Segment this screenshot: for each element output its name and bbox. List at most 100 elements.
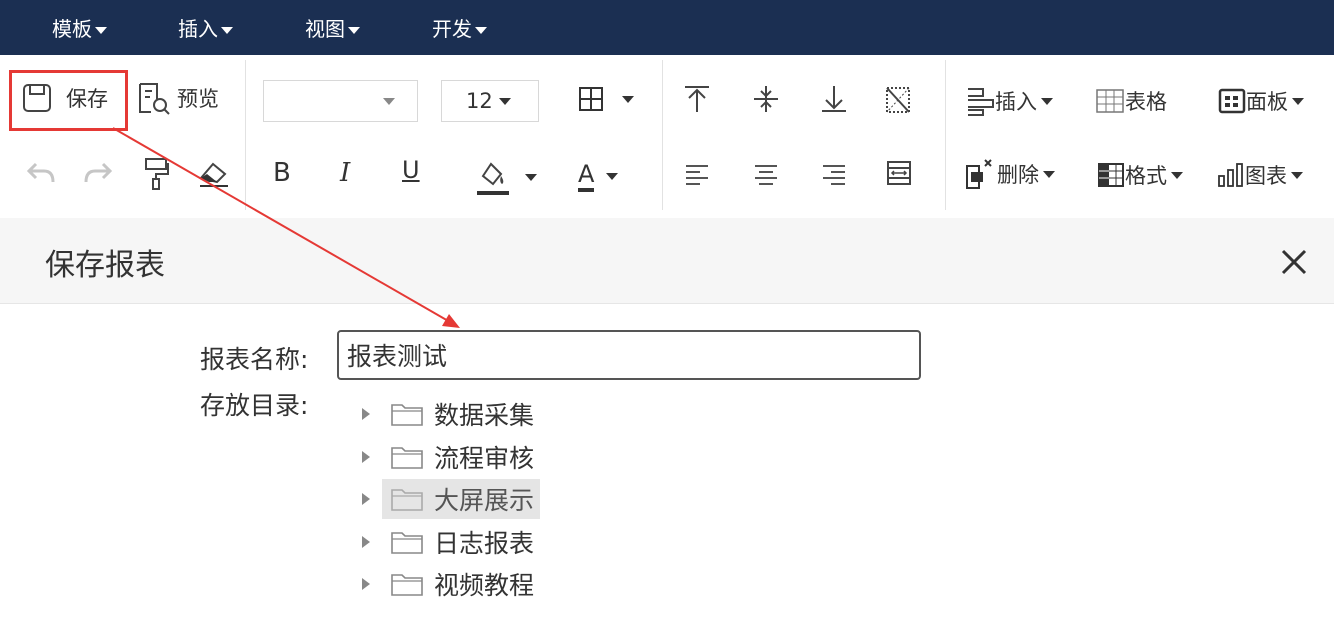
chart-label: 图表	[1245, 164, 1287, 188]
font-size-select[interactable]: 12	[441, 80, 539, 122]
font-color-button[interactable]: A	[578, 160, 619, 192]
expand-arrow-icon[interactable]	[362, 408, 370, 420]
save-highlight-annotation	[9, 70, 128, 131]
panel-icon	[1218, 88, 1246, 114]
folder-label: 视频教程	[434, 571, 535, 600]
folder-icon	[391, 574, 423, 596]
menu-insert[interactable]: 插入	[178, 0, 233, 55]
border-button[interactable]	[578, 86, 634, 112]
font-size-value: 12	[466, 89, 493, 113]
italic-button[interactable]: I	[340, 158, 350, 188]
tree-folder-item[interactable]: 日志报表	[358, 522, 540, 562]
tree-folder-item[interactable]: 数据采集	[358, 394, 540, 434]
caret-down-icon	[383, 97, 395, 105]
font-color-icon: A	[578, 160, 595, 192]
top-menu-bar: 模板 插入 视图 开发	[0, 0, 1334, 55]
fill-color-icon	[477, 162, 509, 195]
align-top-button[interactable]	[683, 84, 711, 114]
tree-folder-item[interactable]: 视频教程	[358, 564, 540, 604]
font-family-select[interactable]	[263, 80, 418, 122]
align-left-icon	[686, 165, 708, 185]
report-name-input[interactable]	[337, 330, 921, 380]
caret-down-icon	[622, 95, 634, 103]
caret-down-icon	[1291, 171, 1303, 179]
preview-button[interactable]: 预览	[137, 81, 219, 115]
preview-icon	[139, 83, 170, 115]
delete-dropdown-button[interactable]: 删除	[965, 158, 1055, 190]
expand-arrow-icon[interactable]	[362, 493, 370, 505]
toolbar	[0, 55, 1334, 218]
chart-dropdown-button[interactable]: 图表	[1217, 160, 1303, 190]
delete-row-icon	[966, 159, 992, 189]
delete-label: 删除	[997, 163, 1039, 187]
insert-row-icon	[968, 88, 994, 116]
caret-down-icon	[475, 27, 487, 34]
caret-down-icon	[498, 97, 511, 105]
folder-icon	[391, 532, 423, 554]
eraser-button[interactable]	[197, 160, 231, 188]
tree-folder-item[interactable]: 流程审核	[358, 437, 540, 477]
redo-button[interactable]	[83, 160, 113, 186]
tree-folder-item-selected[interactable]: 大屏展示	[358, 479, 541, 519]
folder-label: 数据采集	[434, 401, 535, 430]
align-center-button[interactable]	[753, 163, 779, 185]
report-name-label: 报表名称:	[200, 345, 309, 374]
align-bottom-icon	[822, 86, 846, 112]
bold-button[interactable]: B	[273, 158, 291, 188]
expand-arrow-icon[interactable]	[362, 536, 370, 548]
toolbar-divider	[662, 60, 663, 210]
border-grid-icon	[579, 87, 603, 111]
table-icon	[1096, 89, 1124, 113]
bar-chart-icon	[1218, 163, 1243, 187]
close-button[interactable]	[1278, 246, 1310, 278]
caret-down-icon	[525, 173, 537, 181]
caret-down-icon	[606, 172, 619, 180]
format-dropdown-button[interactable]: 格式	[1097, 160, 1183, 190]
align-left-button[interactable]	[684, 163, 710, 185]
close-icon	[1281, 249, 1307, 275]
caret-down-icon	[1041, 97, 1053, 105]
underline-button[interactable]: U	[402, 156, 420, 184]
format-painter-button[interactable]	[143, 157, 169, 191]
preview-label: 预览	[177, 87, 219, 111]
undo-icon	[26, 162, 55, 183]
merge-cells-button[interactable]	[886, 160, 912, 186]
align-right-icon	[823, 165, 845, 185]
insert-dropdown-button[interactable]: 插入	[965, 86, 1053, 116]
align-right-button[interactable]	[821, 163, 847, 185]
format-label: 格式	[1125, 164, 1167, 188]
format-painter-icon	[145, 158, 169, 190]
dialog-title: 保存报表	[45, 248, 165, 283]
split-cell-button[interactable]	[885, 86, 911, 114]
undo-button[interactable]	[26, 160, 56, 186]
align-center-icon	[755, 165, 777, 185]
menu-template[interactable]: 模板	[52, 0, 107, 55]
folder-label: 流程审核	[434, 444, 535, 473]
table-button[interactable]: 表格	[1095, 86, 1167, 116]
align-bottom-button[interactable]	[820, 84, 848, 114]
folder-icon	[391, 404, 423, 426]
folder-label: 日志报表	[434, 529, 535, 558]
menu-view[interactable]: 视图	[305, 0, 360, 55]
caret-down-icon	[1292, 97, 1304, 105]
caret-down-icon	[1171, 171, 1183, 179]
align-top-icon	[685, 86, 709, 112]
format-grid-icon	[1098, 163, 1124, 187]
dialog-header	[0, 218, 1334, 304]
expand-arrow-icon[interactable]	[362, 451, 370, 463]
folder-icon	[391, 447, 423, 469]
directory-label: 存放目录:	[200, 391, 309, 420]
align-middle-button[interactable]	[752, 84, 780, 114]
caret-down-icon	[95, 27, 107, 34]
folder-label: 大屏展示	[434, 486, 535, 515]
eraser-icon	[199, 162, 228, 187]
toolbar-divider	[245, 60, 246, 210]
panel-dropdown-button[interactable]: 面板	[1218, 86, 1304, 116]
expand-arrow-icon[interactable]	[362, 578, 370, 590]
table-label: 表格	[1125, 90, 1167, 114]
folder-icon	[391, 489, 423, 511]
fill-color-button[interactable]	[477, 158, 537, 196]
diagonal-cell-icon	[886, 87, 910, 113]
menu-develop[interactable]: 开发	[432, 0, 487, 55]
toolbar-divider	[945, 60, 946, 210]
